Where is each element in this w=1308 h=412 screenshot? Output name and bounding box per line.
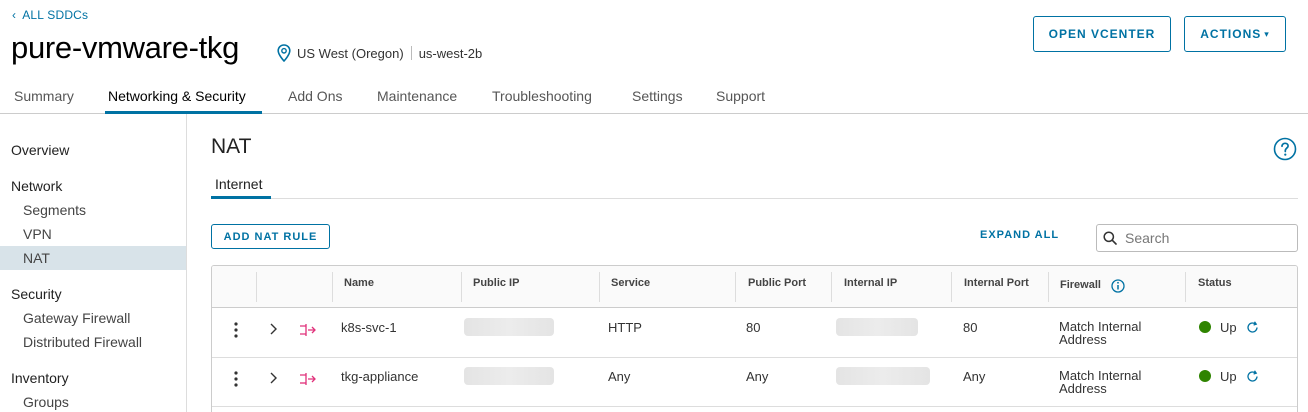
rule-firewall: Match Internal Address xyxy=(1059,369,1141,395)
table-row: k8s-svc-1 HTTP 80 80 Match Internal Addr… xyxy=(212,309,1297,358)
sidebar-item-nat[interactable]: NAT xyxy=(23,250,50,266)
column-separator xyxy=(599,272,600,302)
tab-add-ons[interactable]: Add Ons xyxy=(288,88,342,104)
section-title: NAT xyxy=(211,135,252,158)
subtab-internet[interactable]: Internet xyxy=(215,176,262,192)
region-info: US West (Oregon) us-west-2b xyxy=(277,44,482,62)
sidebar-item-vpn[interactable]: VPN xyxy=(23,226,52,242)
rule-name: tkg-appliance xyxy=(341,369,419,384)
region-label: US West (Oregon) xyxy=(297,45,404,61)
actions-button[interactable]: ACTIONS ▾ xyxy=(1184,16,1286,52)
rule-status: Up xyxy=(1220,320,1237,335)
column-header-public-port[interactable]: Public Port xyxy=(748,277,806,289)
column-separator xyxy=(256,272,257,302)
column-header-public-ip[interactable]: Public IP xyxy=(473,277,519,289)
redacted-internal-ip xyxy=(836,367,930,385)
help-icon[interactable] xyxy=(1273,137,1297,161)
active-subtab-indicator xyxy=(211,196,271,199)
firewall-line2: Address xyxy=(1059,381,1107,396)
main-tabs: Summary Networking & Security Add Ons Ma… xyxy=(0,82,1308,114)
zone-label: us-west-2b xyxy=(418,45,483,61)
search-input[interactable] xyxy=(1125,230,1285,246)
info-icon[interactable] xyxy=(1111,279,1125,293)
redacted-internal-ip xyxy=(836,318,918,336)
column-header-status[interactable]: Status xyxy=(1198,277,1232,289)
status-up-icon xyxy=(1199,370,1211,382)
rule-service: Any xyxy=(608,369,631,384)
status-up-icon xyxy=(1199,321,1211,333)
column-separator xyxy=(735,272,736,302)
location-pin-icon xyxy=(277,44,291,62)
rule-public-port: Any xyxy=(746,369,769,384)
rule-internal-port: 80 xyxy=(963,320,978,335)
back-link-label: ALL SDDCs xyxy=(22,8,89,22)
column-header-name[interactable]: Name xyxy=(344,277,374,289)
column-header-internal-ip[interactable]: Internal IP xyxy=(844,277,897,289)
rule-public-port: 80 xyxy=(746,320,761,335)
redacted-public-ip xyxy=(464,367,554,385)
tab-maintenance[interactable]: Maintenance xyxy=(377,88,457,104)
sidebar-section-security: Security xyxy=(11,286,62,302)
refresh-icon[interactable] xyxy=(1246,321,1259,334)
tab-summary[interactable]: Summary xyxy=(14,88,74,104)
rule-service: HTTP xyxy=(608,320,642,335)
column-header-firewall[interactable]: Firewall xyxy=(1060,279,1101,291)
nat-rule-icon xyxy=(300,324,316,336)
sidebar-item-distributed-firewall[interactable]: Distributed Firewall xyxy=(23,334,142,350)
divider xyxy=(410,46,412,60)
more-actions-icon[interactable] xyxy=(232,321,240,339)
search-icon xyxy=(1103,231,1117,245)
rule-status: Up xyxy=(1220,369,1237,384)
chevron-right-icon[interactable] xyxy=(268,372,278,384)
expand-all-link[interactable]: EXPAND ALL xyxy=(980,229,1059,241)
column-separator xyxy=(831,272,832,302)
sidebar-item-overview[interactable]: Overview xyxy=(11,142,69,158)
open-vcenter-button[interactable]: OPEN VCENTER xyxy=(1033,16,1171,52)
sidebar-section-network: Network xyxy=(11,178,63,194)
nat-rule-icon xyxy=(300,373,316,385)
column-separator xyxy=(951,272,952,302)
page-title: pure-vmware-tkg xyxy=(11,30,240,65)
column-separator xyxy=(1048,272,1049,302)
rule-firewall: Match Internal Address xyxy=(1059,320,1141,346)
tab-troubleshooting[interactable]: Troubleshooting xyxy=(492,88,592,104)
column-header-service[interactable]: Service xyxy=(611,277,650,289)
add-nat-rule-button[interactable]: ADD NAT RULE xyxy=(211,224,330,249)
column-separator xyxy=(461,272,462,302)
chevron-right-icon[interactable] xyxy=(268,323,278,335)
sidebar: Overview Network Segments VPN NAT Securi… xyxy=(0,114,187,412)
column-header-internal-port[interactable]: Internal Port xyxy=(964,277,1029,289)
chevron-left-icon: ‹ xyxy=(12,8,17,22)
tab-support[interactable]: Support xyxy=(716,88,765,104)
subtab-divider xyxy=(211,198,1298,199)
table-row: tkg-appliance Any Any Any Match Internal… xyxy=(212,358,1297,407)
back-to-all-sddcs-link[interactable]: ‹ ALL SDDCs xyxy=(12,8,88,22)
sidebar-item-segments[interactable]: Segments xyxy=(23,202,86,218)
firewall-line2: Address xyxy=(1059,332,1107,347)
tab-settings[interactable]: Settings xyxy=(632,88,683,104)
redacted-public-ip xyxy=(464,318,554,336)
nat-rules-table: Name Public IP Service Public Port Inter… xyxy=(211,265,1298,412)
actions-label: ACTIONS xyxy=(1200,27,1262,41)
refresh-icon[interactable] xyxy=(1246,370,1259,383)
table-header: Name Public IP Service Public Port Inter… xyxy=(212,266,1297,308)
rule-name: k8s-svc-1 xyxy=(341,320,397,335)
sidebar-section-inventory: Inventory xyxy=(11,370,69,386)
chevron-down-icon: ▾ xyxy=(1264,28,1270,39)
column-separator xyxy=(332,272,333,302)
search-box xyxy=(1096,224,1298,252)
tab-networking-security[interactable]: Networking & Security xyxy=(108,88,246,104)
more-actions-icon[interactable] xyxy=(232,370,240,388)
column-separator xyxy=(1185,272,1186,302)
sidebar-item-gateway-firewall[interactable]: Gateway Firewall xyxy=(23,310,130,326)
sidebar-item-groups[interactable]: Groups xyxy=(23,394,69,410)
rule-internal-port: Any xyxy=(963,369,986,384)
